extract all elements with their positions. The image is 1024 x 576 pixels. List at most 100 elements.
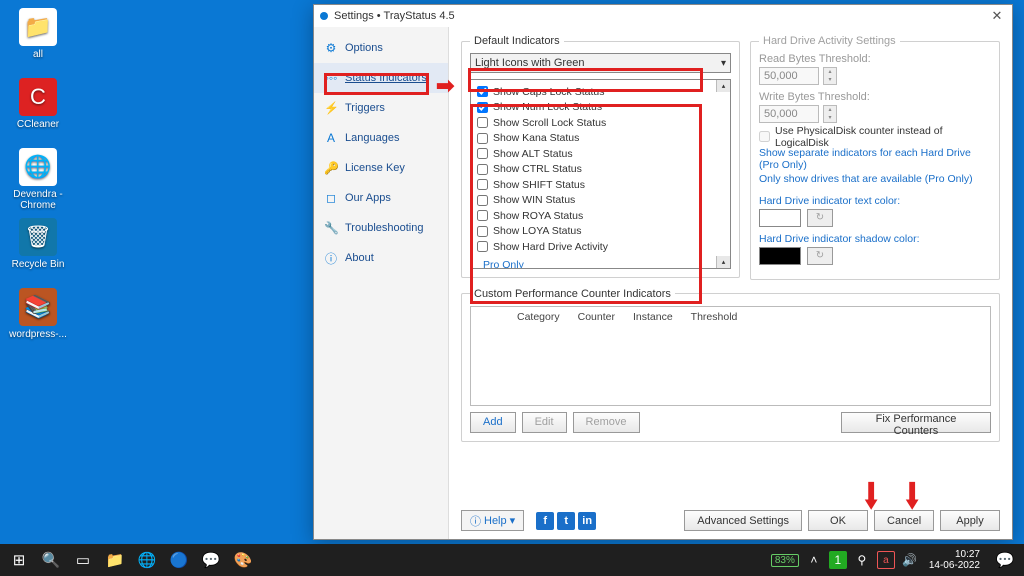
app-icon[interactable]: 💬 (196, 546, 226, 574)
indicator-checkbox-row[interactable]: Show Num Lock Status (477, 100, 724, 116)
tray-capslock-icon[interactable]: a (877, 551, 895, 569)
indicator-checkbox-row[interactable]: Show WIN Status (477, 193, 724, 209)
sidebar-item-troubleshooting[interactable]: 🔧Troubleshooting (314, 213, 448, 243)
desktop-icon[interactable]: CCCleaner (8, 78, 68, 130)
notifications-icon[interactable]: 💬 (990, 546, 1020, 574)
indicator-checkbox[interactable] (477, 102, 488, 113)
titlebar[interactable]: Settings • TrayStatus 4.5 ✕ (314, 5, 1012, 27)
start-button[interactable]: ⊞ (4, 546, 34, 574)
fix-counters-button[interactable]: Fix Performance Counters (841, 412, 991, 433)
edit-button[interactable]: Edit (522, 412, 567, 433)
read-threshold-label: Read Bytes Threshold: (759, 53, 991, 65)
scroll-up-icon[interactable]: ▴ (716, 80, 730, 92)
sidebar-item-languages[interactable]: ALanguages (314, 123, 448, 153)
scroll-down-icon[interactable]: ▴ (716, 256, 730, 268)
indicator-checkbox[interactable] (477, 179, 488, 190)
indicator-checkbox[interactable] (477, 86, 488, 97)
taskbar-clock[interactable]: 10:27 14-06-2022 (925, 549, 984, 571)
sidebar-item-triggers[interactable]: ⚡Triggers (314, 93, 448, 123)
sidebar-icon: ◦◦◦ (324, 71, 338, 85)
sidebar-item-our-apps[interactable]: ◻ Our Apps (314, 183, 448, 213)
task-view-icon[interactable]: ▭ (68, 546, 98, 574)
facebook-icon[interactable]: f (536, 512, 554, 530)
linkedin-icon[interactable]: in (578, 512, 596, 530)
wifi-icon[interactable]: ⚲ (853, 551, 871, 569)
tray-chevron-icon[interactable]: ˄ (805, 551, 823, 569)
indicator-checkbox-row[interactable]: Show Hard Drive Activity (477, 239, 724, 255)
indicator-checkbox[interactable] (477, 164, 488, 175)
window-title: Settings • TrayStatus 4.5 (334, 10, 455, 22)
available-drives-link[interactable]: Only show drives that are available (Pro… (759, 173, 991, 185)
apply-button[interactable]: Apply (940, 510, 1000, 531)
desktop-icon[interactable]: 📚wordpress-... (8, 288, 68, 340)
tray-numlock-icon[interactable]: 1 (829, 551, 847, 569)
indicator-label: Show SHIFT Status (493, 179, 585, 191)
desktop-icon[interactable]: 📁all (8, 8, 68, 60)
indicator-checkbox[interactable] (477, 148, 488, 159)
read-threshold-input[interactable] (759, 67, 819, 85)
remove-button[interactable]: Remove (573, 412, 640, 433)
edge-icon[interactable]: 🔵 (164, 546, 194, 574)
use-physicaldisk-checkbox[interactable] (759, 131, 770, 142)
close-icon[interactable]: ✕ (988, 8, 1006, 24)
shadow-color-picker-button[interactable]: ↻ (807, 247, 833, 265)
ok-button[interactable]: OK (808, 510, 868, 531)
indicator-checkbox-row[interactable]: Show ROYA Status (477, 208, 724, 224)
custom-counters-list[interactable]: Category Counter Instance Threshold (470, 306, 991, 406)
indicator-checkbox[interactable] (477, 195, 488, 206)
indicator-checkbox[interactable] (477, 117, 488, 128)
battery-indicator[interactable]: 83% (771, 554, 799, 567)
indicator-checkbox[interactable] (477, 226, 488, 237)
volume-icon[interactable]: 🔊 (901, 551, 919, 569)
indicator-checkbox[interactable] (477, 133, 488, 144)
indicator-label: Show Kana Status (493, 132, 579, 144)
indicator-label: Show ROYA Status (493, 210, 583, 222)
indicator-checkbox-row[interactable]: Show SHIFT Status (477, 177, 724, 193)
paint-icon[interactable]: 🎨 (228, 546, 258, 574)
app-icon (320, 12, 328, 20)
text-color-picker-button[interactable]: ↻ (807, 209, 833, 227)
sidebar-item-options[interactable]: ⚙Options (314, 33, 448, 63)
indicator-checkbox-row[interactable]: Show Caps Lock Status (477, 84, 724, 100)
indicator-checkbox[interactable] (477, 241, 488, 252)
sidebar-item-about[interactable]: ⓘAbout (314, 243, 448, 273)
write-threshold-input[interactable] (759, 105, 819, 123)
help-button[interactable]: ⓘ Help ▾ (461, 510, 524, 531)
default-indicators-group: Default Indicators Light Icons with Gree… (461, 35, 740, 278)
indicator-checkbox-row[interactable]: Show CTRL Status (477, 162, 724, 178)
indicator-checkbox-row[interactable]: Show LOYA Status (477, 224, 724, 240)
sidebar-icon: ◻ (324, 191, 338, 205)
shadow-color-swatch[interactable] (759, 247, 801, 265)
write-spinner[interactable]: ▴▾ (823, 105, 837, 123)
indicator-checkbox-row[interactable]: Show Scroll Lock Status (477, 115, 724, 131)
sidebar-item-label: Our Apps (345, 192, 391, 204)
separate-indicators-link[interactable]: Show separate indicators for each Hard D… (759, 147, 991, 171)
search-icon[interactable]: 🔍 (36, 546, 66, 574)
indicators-listbox[interactable]: ▴ Show Caps Lock StatusShow Num Lock Sta… (470, 79, 731, 269)
text-color-swatch[interactable] (759, 209, 801, 227)
settings-window: Settings • TrayStatus 4.5 ✕ ⚙Options◦◦◦S… (313, 4, 1013, 540)
sidebar-item-license-key[interactable]: 🔑License Key (314, 153, 448, 183)
custom-legend: Custom Performance Counter Indicators (470, 288, 675, 300)
indicator-checkbox-row[interactable]: Show Kana Status (477, 131, 724, 147)
icon-theme-dropdown[interactable]: Light Icons with Green (470, 53, 731, 73)
indicator-label: Show ALT Status (493, 148, 573, 160)
sidebar-item-label: Triggers (345, 102, 385, 114)
indicator-label: Show WIN Status (493, 194, 575, 206)
indicator-checkbox[interactable] (477, 210, 488, 221)
desktop-icon[interactable]: 🗑Recycle Bin (8, 218, 68, 270)
custom-counters-group: Custom Performance Counter Indicators Ca… (461, 288, 1000, 442)
read-spinner[interactable]: ▴▾ (823, 67, 837, 85)
indicator-checkbox-row[interactable]: Show ALT Status (477, 146, 724, 162)
add-button[interactable]: Add (470, 412, 516, 433)
taskbar[interactable]: ⊞ 🔍 ▭ 📁 🌐 🔵 💬 🎨 83% ˄ 1 ⚲ a 🔊 10:27 14-0… (0, 544, 1024, 576)
hdd-settings-group: Hard Drive Activity Settings Read Bytes … (750, 35, 1000, 280)
sidebar-item-status-indicators[interactable]: ◦◦◦Status Indicators (314, 63, 448, 93)
chrome-icon[interactable]: 🌐 (132, 546, 162, 574)
file-explorer-icon[interactable]: 📁 (100, 546, 130, 574)
twitter-icon[interactable]: t (557, 512, 575, 530)
cancel-button[interactable]: Cancel (874, 510, 934, 531)
advanced-settings-button[interactable]: Advanced Settings (684, 510, 802, 531)
desktop-icon[interactable]: 🌐Devendra - Chrome (8, 148, 68, 211)
sidebar-icon: 🔑 (324, 161, 338, 175)
